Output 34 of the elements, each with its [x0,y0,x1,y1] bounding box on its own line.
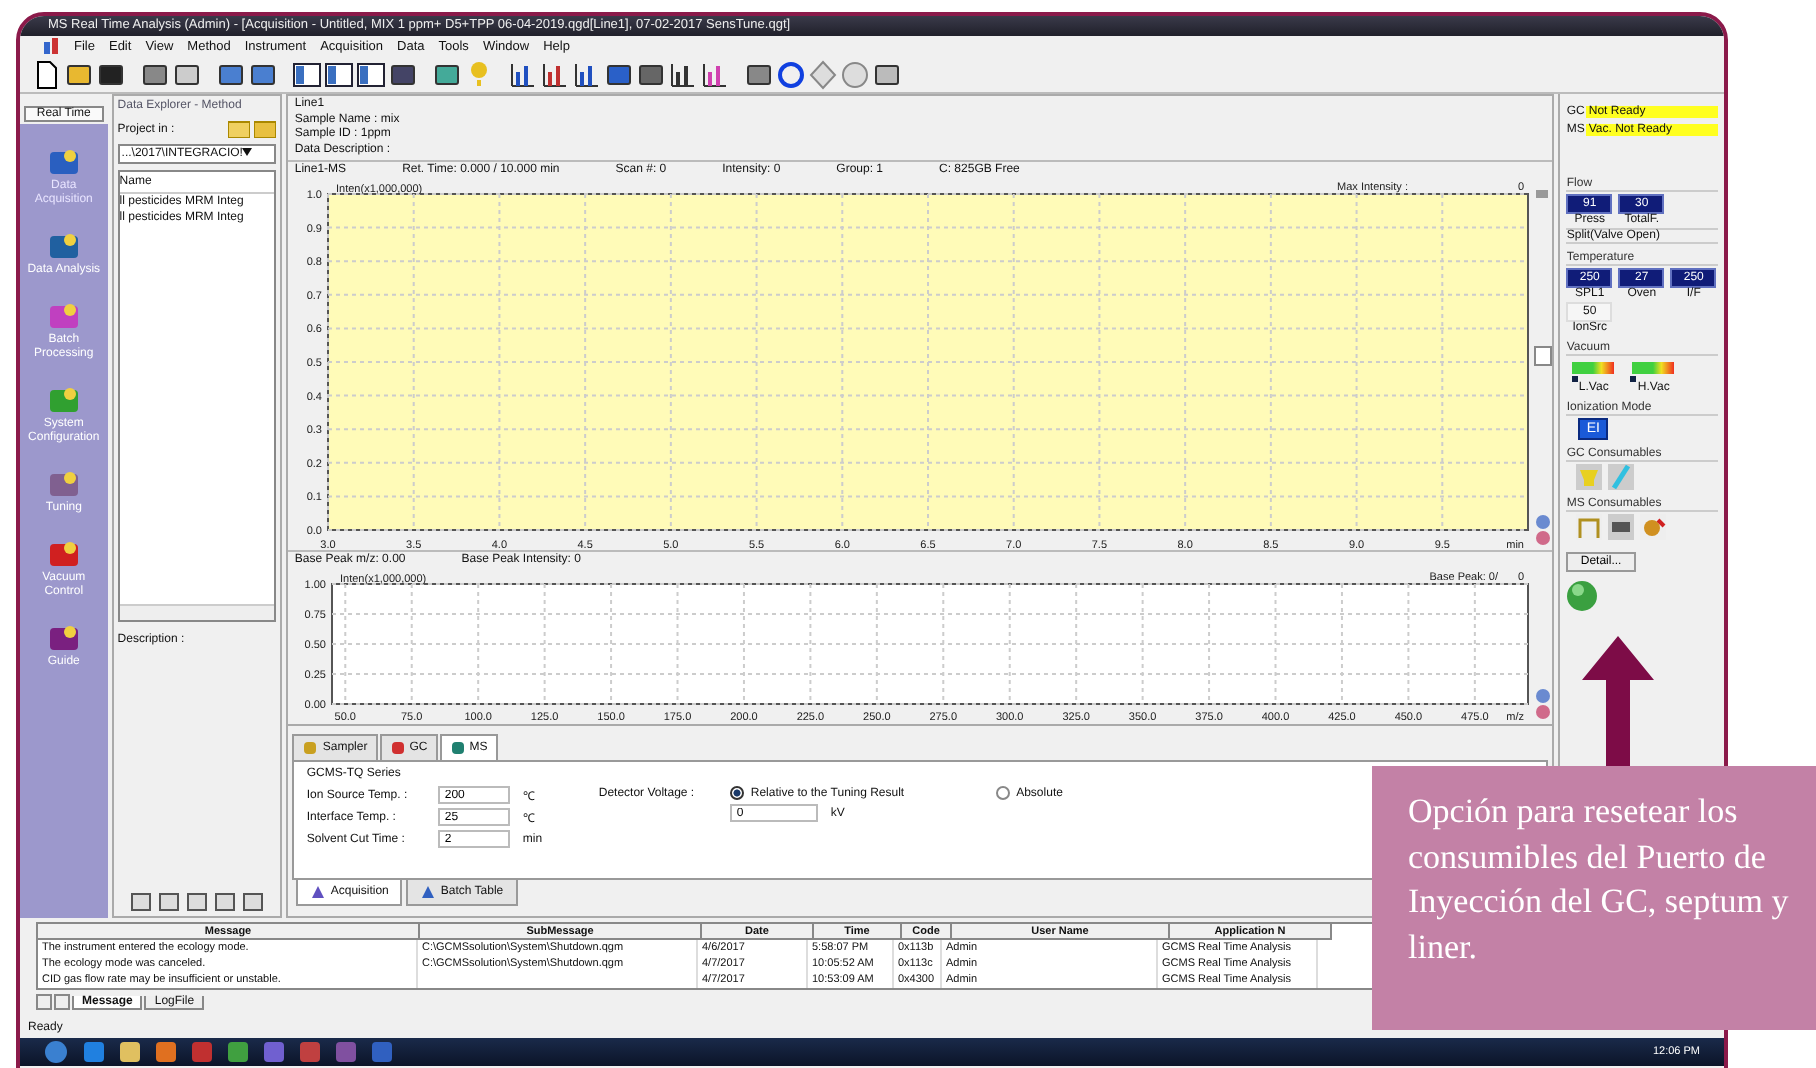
folder-icon[interactable] [228,120,251,138]
arrow-drawing [1582,636,1654,772]
tab-icon [420,884,437,900]
bar-chart-icon[interactable] [572,59,602,89]
tab-icon[interactable] [214,892,237,912]
tab-icon[interactable] [186,892,209,912]
scroll-right-button[interactable] [54,994,70,1010]
folder-icon[interactable] [254,120,277,138]
app-icon [44,38,60,54]
panel-layout-icon[interactable] [356,59,386,89]
spectrum-icon[interactable] [700,59,730,89]
bar-chart-icon[interactable] [508,59,538,89]
caret-icon [242,148,253,156]
panel-layout-icon[interactable] [292,59,322,89]
panel-layout-icon[interactable] [324,59,354,89]
radio-button[interactable] [730,786,745,800]
cartridge-icon[interactable] [1608,514,1635,540]
peak-chart-icon[interactable] [540,59,570,89]
tab-icon [449,740,466,756]
tab-icon [302,740,319,756]
start-button-icon[interactable] [44,1040,68,1064]
callout-note: Opción para resetear los consumibles del Puerto de Inyección del GC, septum y liner. [1372,766,1816,1030]
circle-icon[interactable] [776,59,806,89]
scroll-thumb[interactable] [1533,346,1552,366]
axis-chart-icon[interactable] [668,59,698,89]
radio-button[interactable] [996,786,1011,800]
tab-icon[interactable] [158,892,181,912]
tab-icon[interactable] [242,892,265,912]
scrollbar[interactable] [119,604,275,620]
scroll-left-button[interactable] [36,994,52,1010]
tab-icon[interactable] [130,892,153,912]
orb-icon[interactable] [1566,580,1599,612]
tab-icon [389,740,406,756]
tab-icon [310,884,327,900]
